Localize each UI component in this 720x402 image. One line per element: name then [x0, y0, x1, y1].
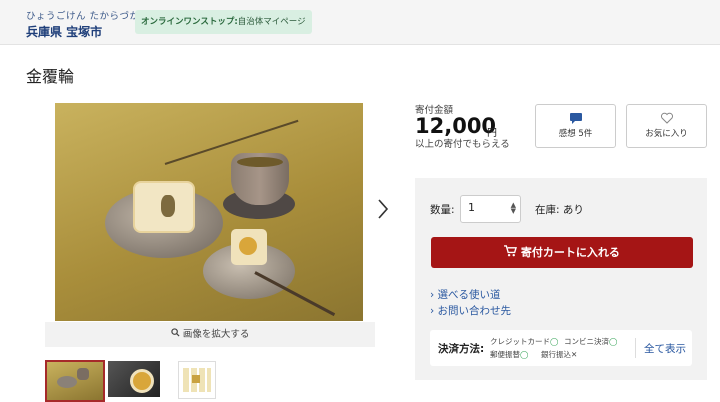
favorite-label: お気に入り — [645, 129, 688, 139]
zoom-label: 画像を拡大する — [182, 329, 250, 340]
payment-methods: 決済方法: クレジットカード◯ コンビニ決済◯ 郵便振替◯ 銀行振込✕ 全て表示 — [430, 330, 692, 366]
review-label: 感想 5件 — [558, 129, 593, 139]
review-button[interactable]: 感想 5件 — [535, 104, 616, 148]
available-icon: ◯ — [550, 337, 559, 346]
payment-method-credit: クレジットカード◯ — [490, 336, 558, 347]
thumbnail-cup — [77, 368, 89, 380]
available-icon: ◯ — [609, 337, 618, 346]
payment-method-name: コンビニ決済 — [564, 337, 609, 346]
link-contact[interactable]: › お問い合わせ先 — [430, 303, 511, 318]
municipality-name: 兵庫県 宝塚市 — [26, 25, 103, 39]
payment-method-bank: 銀行振込✕ — [541, 349, 577, 360]
image-cake-slice — [231, 229, 267, 265]
favorite-button[interactable]: お気に入り — [626, 104, 707, 148]
thumbnail-2[interactable] — [108, 361, 160, 397]
stock-status: 在庫: あり — [535, 204, 584, 216]
quantity-value: 1 — [468, 201, 475, 214]
quantity-select[interactable]: 1 ▲ ▼ — [460, 195, 521, 223]
municipality-kana: ひょうごけん たからづかし — [26, 11, 150, 22]
image-tea-cup — [231, 153, 289, 205]
select-spinner-icon: ▲ ▼ — [510, 201, 516, 215]
link-usage[interactable]: › 選べる使い道 — [430, 287, 501, 302]
payment-method-convenience: コンビニ決済◯ — [564, 336, 617, 347]
zoom-image-button[interactable]: 画像を拡大する — [45, 322, 375, 347]
magnifier-icon — [170, 328, 183, 340]
speech-bubble-icon — [536, 111, 615, 125]
chevron-right-icon: › — [430, 289, 435, 301]
divider — [635, 338, 636, 358]
unavailable-icon: ✕ — [571, 350, 578, 359]
thumbnail-cake — [130, 369, 154, 393]
donation-amount: 12,000 — [415, 114, 497, 138]
payment-method-name: 郵便振替 — [490, 350, 520, 359]
onestop-badge[interactable]: オンラインワンストップ:自治体マイページ — [135, 10, 312, 34]
cart-icon — [504, 245, 521, 259]
site-header: ひょうごけん たからづかし 兵庫県 宝塚市 オンラインワンストップ:自治体マイペ… — [0, 0, 720, 45]
thumbnail-3[interactable] — [178, 361, 216, 399]
donation-sub: 以上の寄付でもらえる — [415, 139, 510, 150]
link-contact-label: お問い合わせ先 — [437, 305, 512, 317]
municipality[interactable]: ひょうごけん たからづかし 兵庫県 宝塚市 — [26, 8, 150, 40]
add-to-cart-label: 寄付カートに入れる — [520, 246, 620, 259]
next-image-arrow-icon[interactable] — [377, 198, 389, 225]
product-main-image[interactable] — [55, 103, 363, 321]
payment-method-name: 銀行振込 — [541, 350, 571, 359]
image-cake — [133, 181, 195, 233]
available-icon: ◯ — [520, 350, 529, 359]
add-to-cart-button[interactable]: 寄付カートに入れる — [431, 237, 693, 268]
quantity-label: 数量: — [430, 204, 455, 216]
thumbnail-1[interactable] — [45, 360, 105, 402]
link-usage-label: 選べる使い道 — [437, 289, 501, 301]
product-title: 金覆輪 — [26, 67, 75, 86]
payment-title: 決済方法: — [438, 343, 485, 355]
show-all-link[interactable]: 全て表示 — [644, 341, 686, 356]
payment-method-name: クレジットカード — [490, 337, 550, 346]
heart-icon — [627, 111, 706, 125]
onestop-badge-bold: オンラインワンストップ: — [141, 17, 238, 27]
chevron-right-icon: › — [430, 305, 435, 317]
onestop-badge-rest: 自治体マイページ — [237, 17, 306, 27]
thumbnail-plate — [57, 376, 77, 388]
payment-method-postal: 郵便振替◯ — [490, 349, 528, 360]
thumbnail-box-label — [192, 375, 200, 383]
